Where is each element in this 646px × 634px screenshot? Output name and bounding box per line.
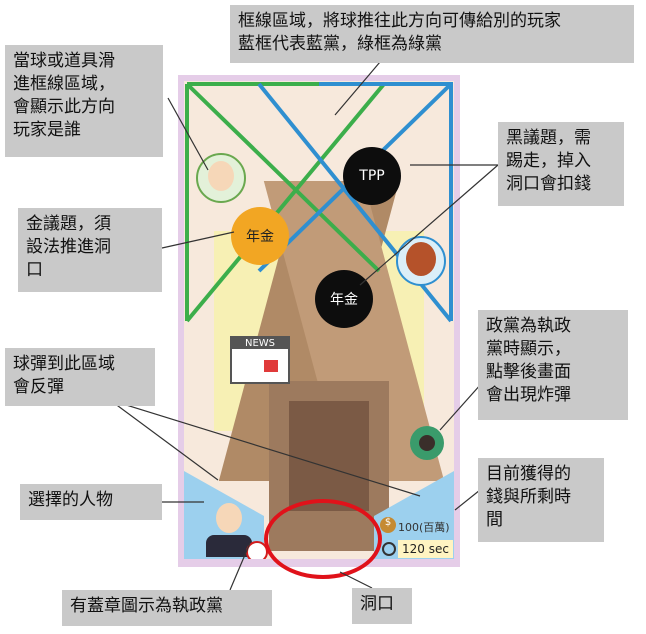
stopwatch-icon — [382, 542, 396, 556]
callout-money-time: 目前獲得的 錢與所剩時 間 — [478, 458, 604, 542]
black-issue-ball-tpp[interactable]: TPP — [343, 147, 401, 205]
green-player-avatar — [196, 153, 246, 203]
callout-hole: 洞口 — [352, 588, 412, 624]
money-bag-icon: $ — [380, 517, 396, 533]
black-issue-ball[interactable]: 年金 — [315, 270, 373, 328]
suit-icon — [206, 535, 252, 557]
game-screen: TPP 年金 年金 NEWS $ 100(百萬) 120 sec — [178, 75, 460, 567]
selected-character — [206, 501, 252, 557]
game-board[interactable]: TPP 年金 年金 NEWS $ 100(百萬) 120 sec — [184, 81, 454, 559]
news-photo-icon — [264, 360, 278, 372]
callout-black-issue: 黑議題，需 踢走，掉入 洞口會扣錢 — [498, 122, 624, 206]
gold-issue-ball[interactable]: 年金 — [231, 207, 289, 265]
news-label: NEWS — [232, 338, 288, 349]
hole-marker — [264, 499, 382, 579]
callout-chosen-character: 選擇的人物 — [20, 484, 162, 520]
face-icon — [216, 503, 242, 533]
callout-ruling-party: 政黨為執政 黨時顯示， 點擊後畫面 會出現炸彈 — [478, 310, 628, 420]
blue-player-avatar — [396, 236, 446, 286]
bomb-button[interactable] — [410, 426, 444, 460]
time-remaining: 120 sec — [398, 540, 453, 558]
face-icon — [208, 161, 234, 191]
callout-bounce: 球彈到此區域 會反彈 — [5, 348, 155, 406]
callout-badge: 有蓋章圖示為執政黨 — [62, 590, 272, 626]
callout-frame-zone: 框線區域，將球推往此方向可傳給別的玩家 藍框代表藍黨，綠框為綠黨 — [230, 5, 634, 63]
callout-slide-in: 當球或道具滑 進框線區域， 會顯示此方向 玩家是誰 — [5, 45, 163, 157]
money-value: 100(百萬) — [398, 521, 450, 534]
bomb-icon — [419, 435, 435, 451]
face-icon — [406, 242, 436, 276]
news-item[interactable]: NEWS — [230, 336, 290, 384]
callout-gold-issue: 金議題，須 設法推進洞 口 — [18, 208, 162, 292]
